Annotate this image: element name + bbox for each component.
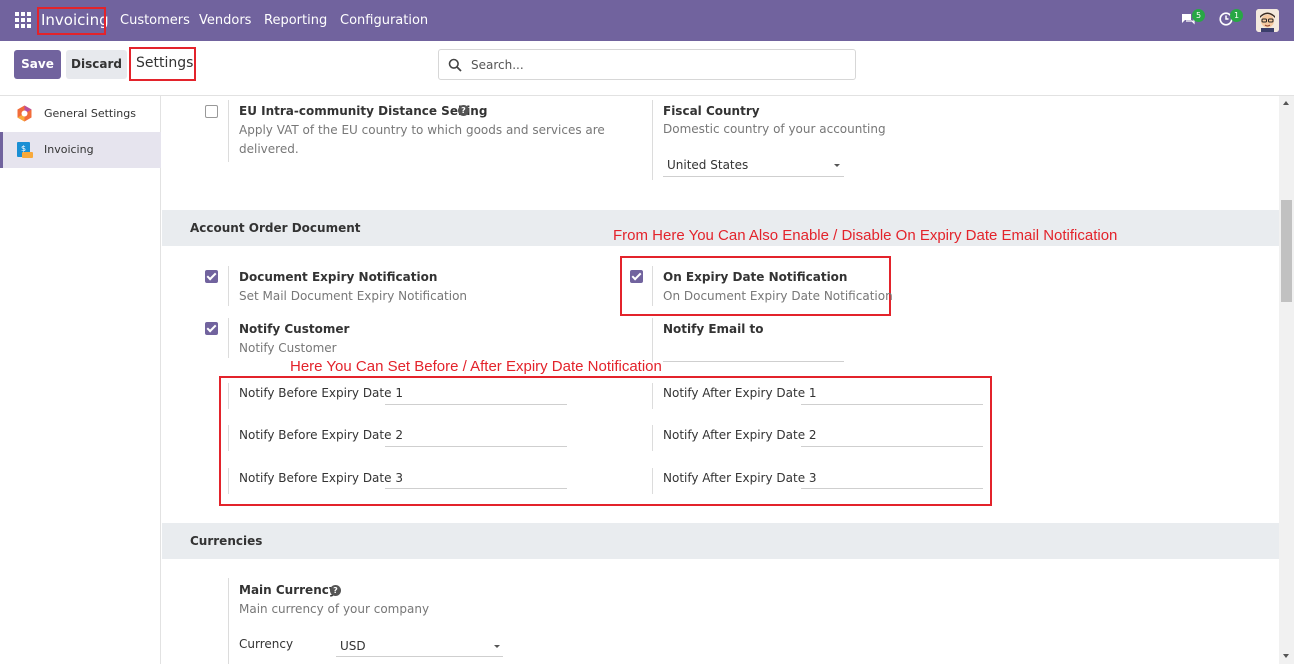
notify-before-1-label: Notify Before Expiry Date 1: [239, 386, 403, 400]
menu-vendors[interactable]: Vendors: [199, 13, 251, 28]
document-expiry-label: Document Expiry Notification: [239, 270, 438, 284]
notify-email-input[interactable]: [663, 361, 844, 362]
divider: [652, 383, 653, 409]
settings-content: EU Intra-community Distance Selling ? Ap…: [162, 96, 1279, 664]
chevron-down-icon[interactable]: [834, 164, 840, 167]
control-panel: Save Discard Settings: [0, 41, 1294, 96]
divider: [228, 383, 229, 409]
section-title: Currencies: [190, 534, 263, 548]
scroll-thumb[interactable]: [1281, 200, 1292, 302]
divider: [652, 266, 653, 306]
eu-distance-selling-desc: Apply VAT of the EU country to which goo…: [239, 123, 605, 156]
eu-distance-selling-checkbox[interactable]: [205, 105, 218, 118]
sidebar-item-general-settings[interactable]: General Settings: [0, 96, 161, 132]
invoicing-app-icon: $: [17, 142, 33, 158]
notify-after-3-input[interactable]: [801, 488, 983, 489]
document-expiry-checkbox[interactable]: [205, 270, 218, 283]
divider: [652, 318, 653, 362]
notify-after-2-input[interactable]: [801, 446, 983, 447]
settings-sidebar: General Settings $ Invoicing: [0, 96, 161, 664]
document-expiry-desc: Set Mail Document Expiry Notification: [239, 289, 468, 303]
menu-reporting[interactable]: Reporting: [264, 13, 327, 28]
scroll-down-icon[interactable]: [1283, 654, 1289, 658]
scroll-up-icon[interactable]: [1283, 101, 1289, 105]
divider: [652, 425, 653, 451]
odoo-settings-icon: [17, 105, 32, 122]
annotation-text-top: From Here You Can Also Enable / Disable …: [613, 227, 1118, 244]
notify-before-3-input[interactable]: [385, 488, 567, 489]
notify-after-1-input[interactable]: [801, 404, 983, 405]
divider: [228, 318, 229, 358]
divider: [228, 468, 229, 494]
notify-before-2-label: Notify Before Expiry Date 2: [239, 428, 403, 442]
divider: [228, 578, 229, 664]
notify-after-2-label: Notify After Expiry Date 2: [663, 428, 817, 442]
notify-after-3-label: Notify After Expiry Date 3: [663, 471, 817, 485]
sidebar-item-label: General Settings: [44, 107, 136, 120]
chat-count-badge: 5: [1192, 9, 1205, 22]
save-button[interactable]: Save: [14, 50, 61, 79]
main-currency-desc: Main currency of your company: [239, 602, 430, 616]
notify-customer-checkbox[interactable]: [205, 322, 218, 335]
apps-grid-icon[interactable]: [15, 12, 31, 28]
notify-before-1-input[interactable]: [385, 404, 567, 405]
notify-after-1-label: Notify After Expiry Date 1: [663, 386, 817, 400]
divider: [228, 100, 229, 162]
top-navbar: Invoicing Customers Vendors Reporting Co…: [0, 0, 1294, 41]
on-expiry-date-label: On Expiry Date Notification: [663, 270, 848, 284]
on-expiry-date-checkbox[interactable]: [630, 270, 643, 283]
divider: [228, 266, 229, 306]
notify-before-2-input[interactable]: [385, 446, 567, 447]
help-icon[interactable]: ?: [330, 585, 341, 596]
search-icon: [448, 58, 462, 72]
svg-text:$: $: [21, 144, 26, 153]
field-underline: [336, 656, 503, 657]
eu-distance-selling-label: EU Intra-community Distance Selling: [239, 104, 488, 118]
search-box[interactable]: [438, 49, 856, 80]
menu-customers[interactable]: Customers: [120, 13, 190, 28]
notify-before-3-label: Notify Before Expiry Date 3: [239, 471, 403, 485]
sidebar-item-label: Invoicing: [44, 143, 94, 156]
notify-customer-desc: Notify Customer: [239, 341, 337, 355]
section-title: Account Order Document: [190, 221, 361, 235]
annotation-box-brand: [37, 7, 106, 35]
search-input[interactable]: [471, 56, 841, 74]
annotation-box-on-expiry: [620, 256, 891, 316]
section-currencies: Currencies: [162, 523, 1279, 559]
annotation-text-middle: Here You Can Set Before / After Expiry D…: [290, 358, 662, 375]
annotation-box-settings: [129, 47, 196, 81]
activity-count-badge: 1: [1230, 9, 1243, 22]
fiscal-country-label: Fiscal Country: [663, 104, 760, 118]
field-underline: [663, 176, 844, 177]
menu-configuration[interactable]: Configuration: [340, 13, 428, 28]
main-currency-label: Main Currency: [239, 583, 337, 597]
user-avatar[interactable]: [1256, 9, 1279, 32]
avatar-face-icon: [1256, 9, 1279, 32]
currency-field-label: Currency: [239, 637, 294, 651]
notify-email-label: Notify Email to: [663, 322, 764, 336]
on-expiry-date-desc: On Document Expiry Date Notification: [663, 289, 893, 303]
fiscal-country-desc: Domestic country of your accounting: [663, 122, 886, 136]
notify-customer-label: Notify Customer: [239, 322, 350, 336]
divider: [652, 100, 653, 180]
sidebar-item-invoicing[interactable]: $ Invoicing: [0, 132, 161, 168]
content-scrollbar[interactable]: [1279, 96, 1294, 664]
divider: [652, 468, 653, 494]
divider: [228, 425, 229, 451]
help-icon[interactable]: ?: [458, 105, 469, 116]
fiscal-country-select[interactable]: United States: [667, 158, 748, 172]
discard-button[interactable]: Discard: [66, 50, 127, 79]
chevron-down-icon[interactable]: [494, 645, 500, 648]
currency-select[interactable]: USD: [340, 639, 366, 653]
